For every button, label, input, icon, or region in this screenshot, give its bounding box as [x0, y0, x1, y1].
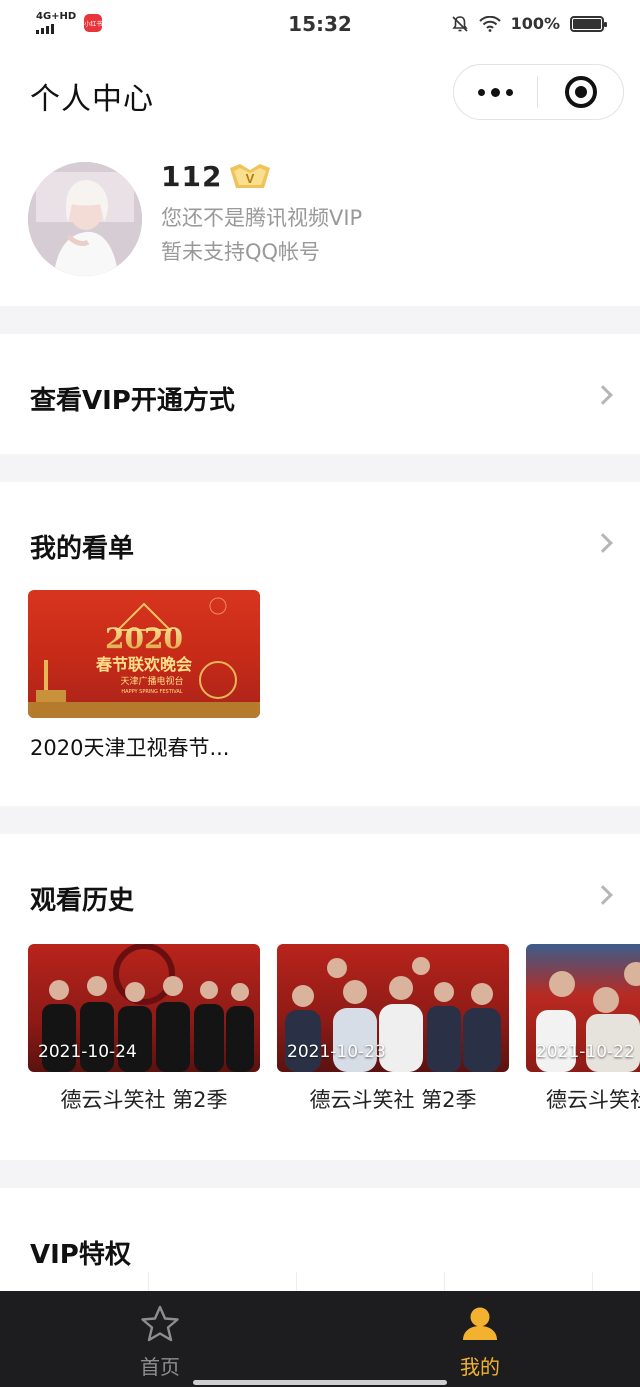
- history-date: 2021-10-24: [38, 1042, 137, 1062]
- wifi-icon: [478, 15, 501, 32]
- nav-header: 个人中心: [0, 48, 640, 140]
- username: 112: [161, 160, 223, 193]
- watchlist-item-name[interactable]: 2020天津卫视春节...: [30, 732, 260, 762]
- star-icon: [139, 1303, 181, 1345]
- battery-percentage: 100%: [510, 14, 560, 33]
- battery-icon: [570, 15, 607, 32]
- vip-privileges-title: VIP特权: [30, 1240, 131, 1270]
- section-divider: [0, 806, 640, 834]
- poster-year: 2020: [105, 622, 183, 655]
- status-right: 100%: [451, 14, 607, 33]
- history-item-thumbnail[interactable]: 2021-10-24: [28, 944, 260, 1072]
- vip-badge-text: V: [246, 171, 255, 186]
- watchlist-item-poster[interactable]: 2020 春节联欢晚会 天津广播电视台 HAPPY SPRING FESTIVA…: [28, 590, 260, 718]
- watchlist-title: 我的看单: [30, 534, 135, 564]
- tab-home-label: 首页: [140, 1355, 180, 1379]
- history-date: 2021-10-22: [536, 1042, 635, 1062]
- history-title: 观看历史: [30, 886, 135, 916]
- mini-program-capsule: [453, 64, 624, 120]
- section-divider: [0, 454, 640, 482]
- qq-status-text: 暂未支持QQ帐号: [161, 240, 321, 264]
- chevron-right-icon: [593, 385, 613, 405]
- history-item-name[interactable]: 德云斗笑社 第2季: [277, 1084, 509, 1114]
- avatar[interactable]: [28, 162, 142, 276]
- tab-home[interactable]: 首页: [0, 1291, 320, 1387]
- vip-entry-label: 查看VIP开通方式: [30, 386, 235, 416]
- history-item-name[interactable]: 德云斗笑社 第2季: [28, 1084, 260, 1114]
- home-indicator: [193, 1380, 447, 1385]
- poster-english: HAPPY SPRING FESTIVAL: [121, 689, 182, 695]
- status-bar: 4G+HD 小红书 15:32 100%: [0, 0, 640, 48]
- page-title: 个人中心: [30, 82, 154, 117]
- history-item-name[interactable]: 德云斗笑社 第2季: [526, 1084, 640, 1114]
- history-date: 2021-10-23: [287, 1042, 386, 1062]
- vip-status-text: 您还不是腾讯视频VIP: [161, 206, 363, 230]
- section-divider: [0, 306, 640, 334]
- avatar-photo: [28, 162, 142, 276]
- close-button[interactable]: [538, 65, 623, 119]
- spring-festival-poster: 2020 春节联欢晚会 天津广播电视台 HAPPY SPRING FESTIVA…: [28, 597, 260, 718]
- poster-subtitle: 天津广播电视台: [120, 675, 183, 687]
- vip-crown-badge-icon[interactable]: V: [228, 162, 272, 192]
- vip-entry-row[interactable]: 查看VIP开通方式: [0, 334, 640, 454]
- history-header[interactable]: 观看历史: [0, 834, 640, 934]
- target-circle-icon: [564, 76, 597, 108]
- watchlist-header[interactable]: 我的看单: [0, 482, 640, 582]
- battery-fill: [573, 18, 601, 29]
- poster-title: 春节联欢晚会: [95, 655, 192, 674]
- history-item-thumbnail[interactable]: 2021-10-23: [277, 944, 509, 1072]
- user-icon: [459, 1303, 501, 1345]
- vip-privileges-grid: [0, 1272, 640, 1292]
- history-item-thumbnail[interactable]: 2021-10-22: [526, 944, 640, 1072]
- section-divider: [0, 1160, 640, 1188]
- bottom-tab-bar: 首页 我的: [0, 1291, 640, 1387]
- chevron-right-icon: [593, 885, 613, 905]
- chevron-right-icon: [593, 533, 613, 553]
- profile-card: 112 V 您还不是腾讯视频VIP 暂未支持QQ帐号: [0, 140, 640, 306]
- mute-bell-icon: [451, 15, 468, 32]
- tab-mine-label: 我的: [460, 1355, 500, 1379]
- more-dots-icon[interactable]: [454, 65, 537, 119]
- tab-mine[interactable]: 我的: [320, 1291, 640, 1387]
